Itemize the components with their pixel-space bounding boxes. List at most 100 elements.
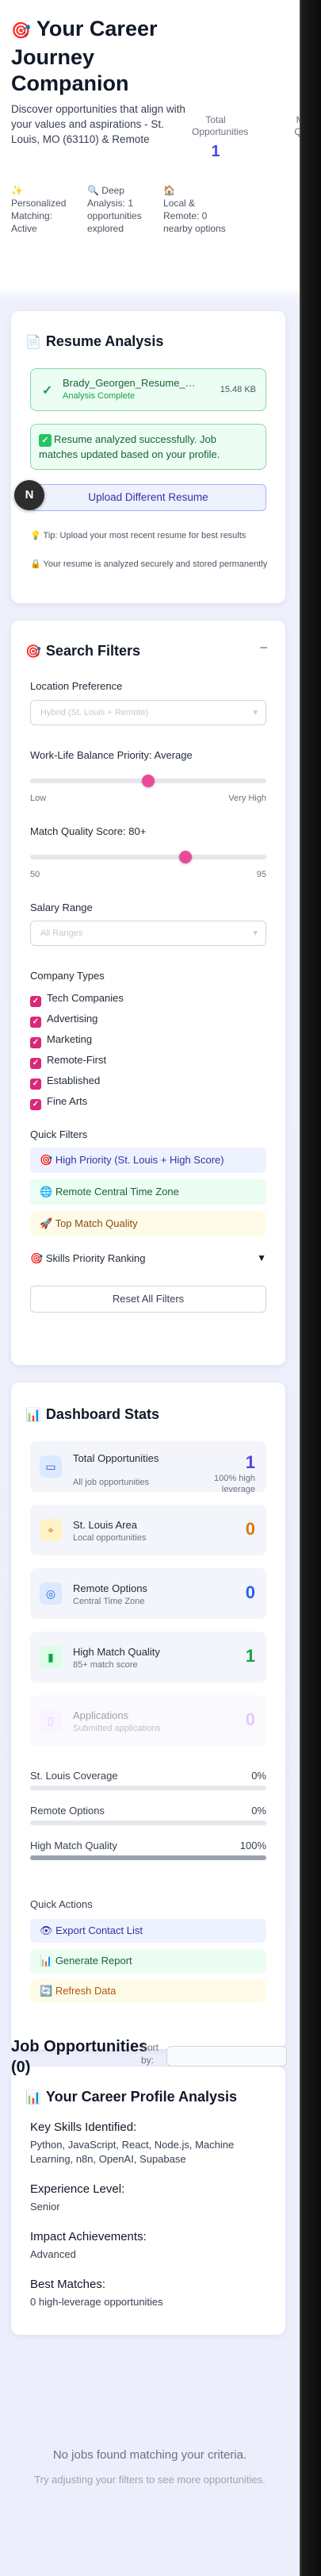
dashboard-title: 📊 Dashboard Stats <box>25 1406 159 1423</box>
generate-report-button[interactable]: 📊 Generate Report <box>30 1949 266 1973</box>
floating-avatar-button[interactable]: N <box>14 480 44 510</box>
company-type-checkbox[interactable]: ✓ Tech Companies <box>30 992 124 1007</box>
success-text: Resume analyzed successfully. Job matche… <box>39 433 220 460</box>
page-title-text: Your Career Journey Companion <box>11 17 158 95</box>
quick-filter-high-priority[interactable]: 🎯 High Priority (St. Louis + High Score) <box>30 1148 266 1173</box>
stat-subtitle: 85+ match score <box>73 1660 138 1670</box>
sparkles-icon: ✨ <box>11 185 23 196</box>
company-type-checkbox[interactable]: ✓ Remote-First <box>30 1054 107 1069</box>
stat-title: High Match Quality <box>73 1646 160 1658</box>
salary-label: Salary Range <box>30 902 93 913</box>
target-icon: 🎯 <box>25 645 41 659</box>
salary-select[interactable]: All Ranges ▾ <box>30 921 266 946</box>
progress-fill <box>30 1855 266 1860</box>
feature-local-remote: 🏠 Local & Remote: 0 nearby options <box>163 184 227 235</box>
resume-card-title: 📄 Resume Analysis <box>25 333 163 350</box>
stat-extra: 100% high leverage <box>214 1474 255 1494</box>
coverage-label: St. Louis Coverage <box>30 1770 118 1782</box>
match-label: Match Quality Score: 80+ <box>30 825 147 837</box>
stat-subtitle: Local opportunities <box>73 1533 147 1543</box>
experience-heading: Experience Level: <box>30 2182 125 2196</box>
empty-state-subtitle: Try adjusting your filters to see more o… <box>34 2474 266 2486</box>
export-contacts-button[interactable]: 👁 Export Contact List <box>30 1919 266 1943</box>
feature-personalized: ✨ Personalized Matching: Active <box>11 184 75 235</box>
empty-state-title: No jobs found matching your criteria. <box>52 2448 247 2462</box>
chevron-down-icon: ▾ <box>253 708 258 717</box>
target-icon: 🎯 <box>30 1252 44 1264</box>
document-icon: ▯ <box>40 1709 62 1732</box>
skills-priority-label: Skills Priority Ranking <box>45 1252 146 1264</box>
coverage-percent: 0% <box>251 1770 266 1782</box>
checkbox-icon: ✓ <box>39 434 52 447</box>
match-slider[interactable] <box>30 851 266 863</box>
skills-priority-toggle[interactable]: 🎯 Skills Priority Ranking ▼ <box>30 1252 266 1265</box>
company-type-checkbox[interactable]: ✓ Marketing <box>30 1033 92 1048</box>
match-slider-thumb[interactable] <box>179 851 192 863</box>
checkbox-label: Established <box>47 1075 101 1086</box>
coverage-bar <box>30 1786 266 1790</box>
quick-filter-remote-central[interactable]: 🌐 Remote Central Time Zone <box>30 1179 266 1205</box>
quick-actions-label: Quick Actions <box>30 1898 93 1910</box>
remote-bar <box>30 1821 266 1825</box>
page-subtitle: Discover opportunities that align with y… <box>11 103 185 145</box>
location-label: Location Preference <box>30 680 123 692</box>
checkbox-label: Fine Arts <box>47 1095 88 1107</box>
reset-filters-button[interactable]: Reset All Filters <box>30 1286 266 1313</box>
stat-subtitle: Central Time Zone <box>73 1597 145 1606</box>
checkbox-label: Remote-First <box>47 1054 107 1066</box>
stat-value: 0 <box>245 1709 255 1729</box>
high-match-bar <box>30 1855 266 1860</box>
chart-icon: 📊 <box>25 1409 41 1422</box>
stat-high-match[interactable]: ▮ High Match Quality 85+ match score 1 <box>30 1632 266 1682</box>
quick-filter-label: Top Match Quality <box>55 1217 138 1229</box>
checkbox-checked-icon: ✓ <box>30 1078 41 1090</box>
header-stat-match: Match Quality 95 <box>285 114 300 161</box>
company-type-checkbox[interactable]: ✓ Established <box>30 1075 101 1090</box>
checkbox-checked-icon: ✓ <box>30 1099 41 1110</box>
action-label: Refresh Data <box>55 1985 117 1997</box>
collapse-button[interactable]: − <box>259 640 268 656</box>
stat-total-opportunities[interactable]: ▭ Total Opportunities All job opportunit… <box>30 1441 266 1494</box>
wlb-slider[interactable] <box>30 775 266 787</box>
profile-card: 📊 Your Career Profile Analysis Key Skills… <box>11 2067 285 2335</box>
page-title: 🎯 Your Career Journey Companion <box>11 16 192 97</box>
dashboard-card: 📊 Dashboard Stats ▭ Total Opportunities A… <box>11 1382 285 2049</box>
bar-chart-icon: ▮ <box>40 1646 62 1668</box>
sort-select[interactable] <box>166 2046 287 2067</box>
dashboard-title-text: Dashboard Stats <box>45 1406 159 1422</box>
header-stat-value: 1 <box>211 143 220 160</box>
globe-icon: ◎ <box>40 1582 62 1605</box>
location-pin-icon: ⌖ <box>40 1519 62 1541</box>
quick-filter-label: High Priority (St. Louis + High Score) <box>55 1154 224 1166</box>
stat-value: 0 <box>245 1519 255 1539</box>
stat-applications[interactable]: ▯ Applications Submitted applications 0 <box>30 1695 266 1746</box>
checkbox-label: Marketing <box>47 1033 93 1045</box>
stat-st-louis[interactable]: ⌖ St. Louis Area Local opportunities 0 <box>30 1505 266 1555</box>
refresh-data-button[interactable]: 🔄 Refresh Data <box>30 1979 266 2003</box>
high-match-percent: 100% <box>239 1840 266 1851</box>
hero: 🎯 Your Career Journey Companion Discover… <box>11 16 192 147</box>
feature-text: Personalized Matching: Active <box>11 198 67 234</box>
resume-file[interactable]: ✓ Brady_Georgen_Resume_2025.pdf Analysis… <box>30 368 266 411</box>
magnifier-icon: 🔍 <box>87 185 99 196</box>
location-select[interactable]: Hybrid (St. Louis + Remote) ▾ <box>30 700 266 725</box>
upload-resume-button[interactable]: Upload Different Resume <box>30 484 266 511</box>
globe-icon: 🌐 <box>40 1186 53 1198</box>
checkbox-label: Tech Companies <box>47 992 124 1004</box>
wlb-slider-thumb[interactable] <box>142 775 155 787</box>
upload-tip: 💡 Tip: Upload your most recent resume fo… <box>30 531 246 540</box>
feature-deep-analysis: 🔍 Deep Analysis: 1 opportunities explore… <box>87 184 151 235</box>
company-type-checkbox[interactable]: ✓ Fine Arts <box>30 1095 88 1110</box>
quick-filter-top-match[interactable]: 🚀 Top Match Quality <box>30 1211 266 1236</box>
company-type-checkbox[interactable]: ✓ Advertising <box>30 1013 97 1028</box>
stat-remote-options[interactable]: ◎ Remote Options Central Time Zone 0 <box>30 1568 266 1619</box>
chevron-down-icon: ▼ <box>257 1252 266 1263</box>
quick-filter-label: Remote Central Time Zone <box>55 1186 179 1198</box>
wlb-label: Work-Life Balance Priority: Average <box>30 749 193 761</box>
chevron-down-icon: ▾ <box>253 929 258 938</box>
eye-icon: 👁 <box>40 1924 53 1936</box>
stat-title: St. Louis Area <box>73 1519 137 1531</box>
profile-title: 📊 Your Career Profile Analysis <box>25 2089 237 2105</box>
stat-value: 1 <box>245 1452 255 1472</box>
header-stat-value: 95 <box>285 143 300 161</box>
